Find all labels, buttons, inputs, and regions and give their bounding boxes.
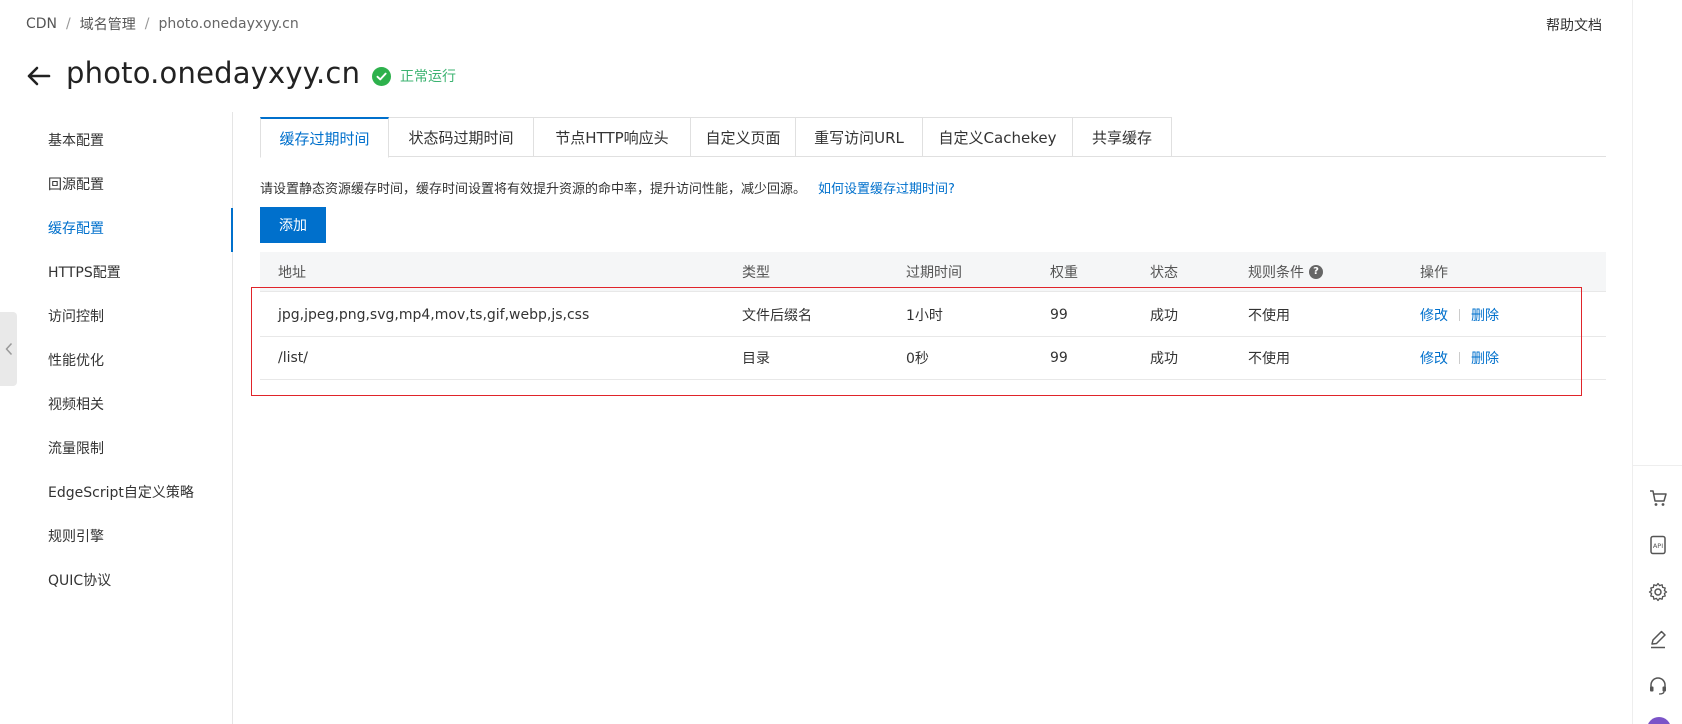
sidebar-item-performance[interactable]: 性能优化 xyxy=(48,350,104,370)
header-address: 地址 xyxy=(278,264,306,281)
row-weight: 99 xyxy=(1050,350,1068,366)
header-state: 状态 xyxy=(1150,264,1178,281)
header-condition: 规则条件 ? xyxy=(1248,252,1323,291)
right-toolbar: API xyxy=(1632,0,1682,724)
tab-rewrite-url[interactable]: 重写访问URL xyxy=(796,117,923,157)
add-button[interactable]: 添加 xyxy=(260,207,326,243)
sidebar-item-traffic-limit[interactable]: 流量限制 xyxy=(48,438,104,458)
sidebar-item-quic[interactable]: QUIC协议 xyxy=(48,570,111,590)
headset-icon[interactable] xyxy=(1647,675,1669,697)
page-title: photo.onedayxyy.cn xyxy=(66,56,361,90)
sidebar-item-access-control[interactable]: 访问控制 xyxy=(48,306,104,326)
divider xyxy=(1459,309,1460,321)
row-ops: 修改 删除 xyxy=(1420,294,1499,336)
status-badge: 正常运行 xyxy=(372,66,456,86)
help-docs-link[interactable]: 帮助文档 xyxy=(1546,15,1602,35)
cache-rules-table: 地址 类型 过期时间 权重 状态 规则条件 ? 操作 jpg,jpeg,png,… xyxy=(260,252,1606,380)
edit-link[interactable]: 修改 xyxy=(1420,348,1448,368)
table-row: /list/ 目录 0秒 99 成功 不使用 修改 删除 xyxy=(260,337,1606,380)
sidebar-active-indicator xyxy=(231,208,233,252)
sidebar-item-origin-config[interactable]: 回源配置 xyxy=(48,174,104,194)
row-ttl: 0秒 xyxy=(906,351,929,367)
description-text: 请设置静态资源缓存时间，缓存时间设置将有效提升资源的命中率，提升访问性能，减少回… xyxy=(260,182,807,197)
header-ops: 操作 xyxy=(1420,264,1448,281)
sidebar-item-https-config[interactable]: HTTPS配置 xyxy=(48,262,121,282)
breadcrumb-current-domain: photo.onedayxyy.cn xyxy=(158,16,299,32)
sidebar-item-basic-config[interactable]: 基本配置 xyxy=(48,130,104,150)
header-ttl: 过期时间 xyxy=(906,264,962,281)
row-state: 成功 xyxy=(1150,308,1178,324)
question-help-icon[interactable]: ? xyxy=(1309,264,1323,279)
sidebar-item-rule-engine[interactable]: 规则引擎 xyxy=(48,526,104,546)
breadcrumb-separator: / xyxy=(66,16,71,32)
row-state: 成功 xyxy=(1150,351,1178,367)
right-toolbar-panel: API xyxy=(1633,465,1682,724)
check-circle-icon xyxy=(372,66,391,86)
row-condition: 不使用 xyxy=(1248,308,1290,324)
edit-icon[interactable] xyxy=(1647,628,1669,650)
edit-link[interactable]: 修改 xyxy=(1420,305,1448,325)
table-header: 地址 类型 过期时间 权重 状态 规则条件 ? 操作 xyxy=(260,252,1606,292)
sidebar: 基本配置 回源配置 缓存配置 HTTPS配置 访问控制 性能优化 视频相关 流量… xyxy=(0,112,233,724)
row-type: 文件后缀名 xyxy=(742,308,812,324)
sidebar-item-edgescript[interactable]: EdgeScript自定义策略 xyxy=(48,482,194,502)
row-ttl: 1小时 xyxy=(906,308,943,324)
tab-status-code-expiry[interactable]: 状态码过期时间 xyxy=(389,117,534,157)
tab-custom-page[interactable]: 自定义页面 xyxy=(691,117,796,157)
tab-cache-expiry[interactable]: 缓存过期时间 xyxy=(260,117,389,158)
delete-link[interactable]: 删除 xyxy=(1471,305,1499,325)
row-address: /list/ xyxy=(278,350,308,366)
back-arrow-icon[interactable] xyxy=(24,62,52,90)
avatar[interactable] xyxy=(1647,717,1671,724)
row-address: jpg,jpeg,png,svg,mp4,mov,ts,gif,webp,js,… xyxy=(278,307,590,323)
table-row: jpg,jpeg,png,svg,mp4,mov,ts,gif,webp,js,… xyxy=(260,294,1606,337)
sidebar-item-cache-config[interactable]: 缓存配置 xyxy=(48,218,104,238)
sidebar-item-video[interactable]: 视频相关 xyxy=(48,394,104,414)
header-weight: 权重 xyxy=(1050,264,1078,281)
tab-http-response-header[interactable]: 节点HTTP响应头 xyxy=(534,117,691,157)
status-text: 正常运行 xyxy=(400,69,456,85)
delete-link[interactable]: 删除 xyxy=(1471,348,1499,368)
tab-shared-cache[interactable]: 共享缓存 xyxy=(1073,117,1172,157)
divider xyxy=(1459,352,1460,364)
svg-text:API: API xyxy=(1653,542,1663,550)
row-weight: 99 xyxy=(1050,307,1068,323)
breadcrumb-separator: / xyxy=(144,16,150,32)
tab-custom-cachekey[interactable]: 自定义Cachekey xyxy=(923,117,1073,157)
header-type: 类型 xyxy=(742,264,770,281)
tab-bar: 缓存过期时间 状态码过期时间 节点HTTP响应头 自定义页面 重写访问URL 自… xyxy=(260,117,1606,158)
row-type: 目录 xyxy=(742,351,770,367)
cart-icon[interactable] xyxy=(1647,487,1669,509)
header-condition-label: 规则条件 xyxy=(1248,264,1304,281)
description: 请设置静态资源缓存时间，缓存时间设置将有效提升资源的命中率，提升访问性能，减少回… xyxy=(260,178,955,197)
help-cache-expiry-link[interactable]: 如何设置缓存过期时间? xyxy=(818,182,955,197)
row-condition: 不使用 xyxy=(1248,351,1290,367)
gear-icon[interactable] xyxy=(1647,581,1669,603)
breadcrumb-domain-management[interactable]: 域名管理 xyxy=(80,14,136,34)
breadcrumb-cdn[interactable]: CDN xyxy=(26,16,57,32)
api-icon[interactable]: API xyxy=(1647,534,1669,556)
breadcrumb: CDN / 域名管理 / photo.onedayxyy.cn xyxy=(26,14,299,34)
row-ops: 修改 删除 xyxy=(1420,337,1499,379)
